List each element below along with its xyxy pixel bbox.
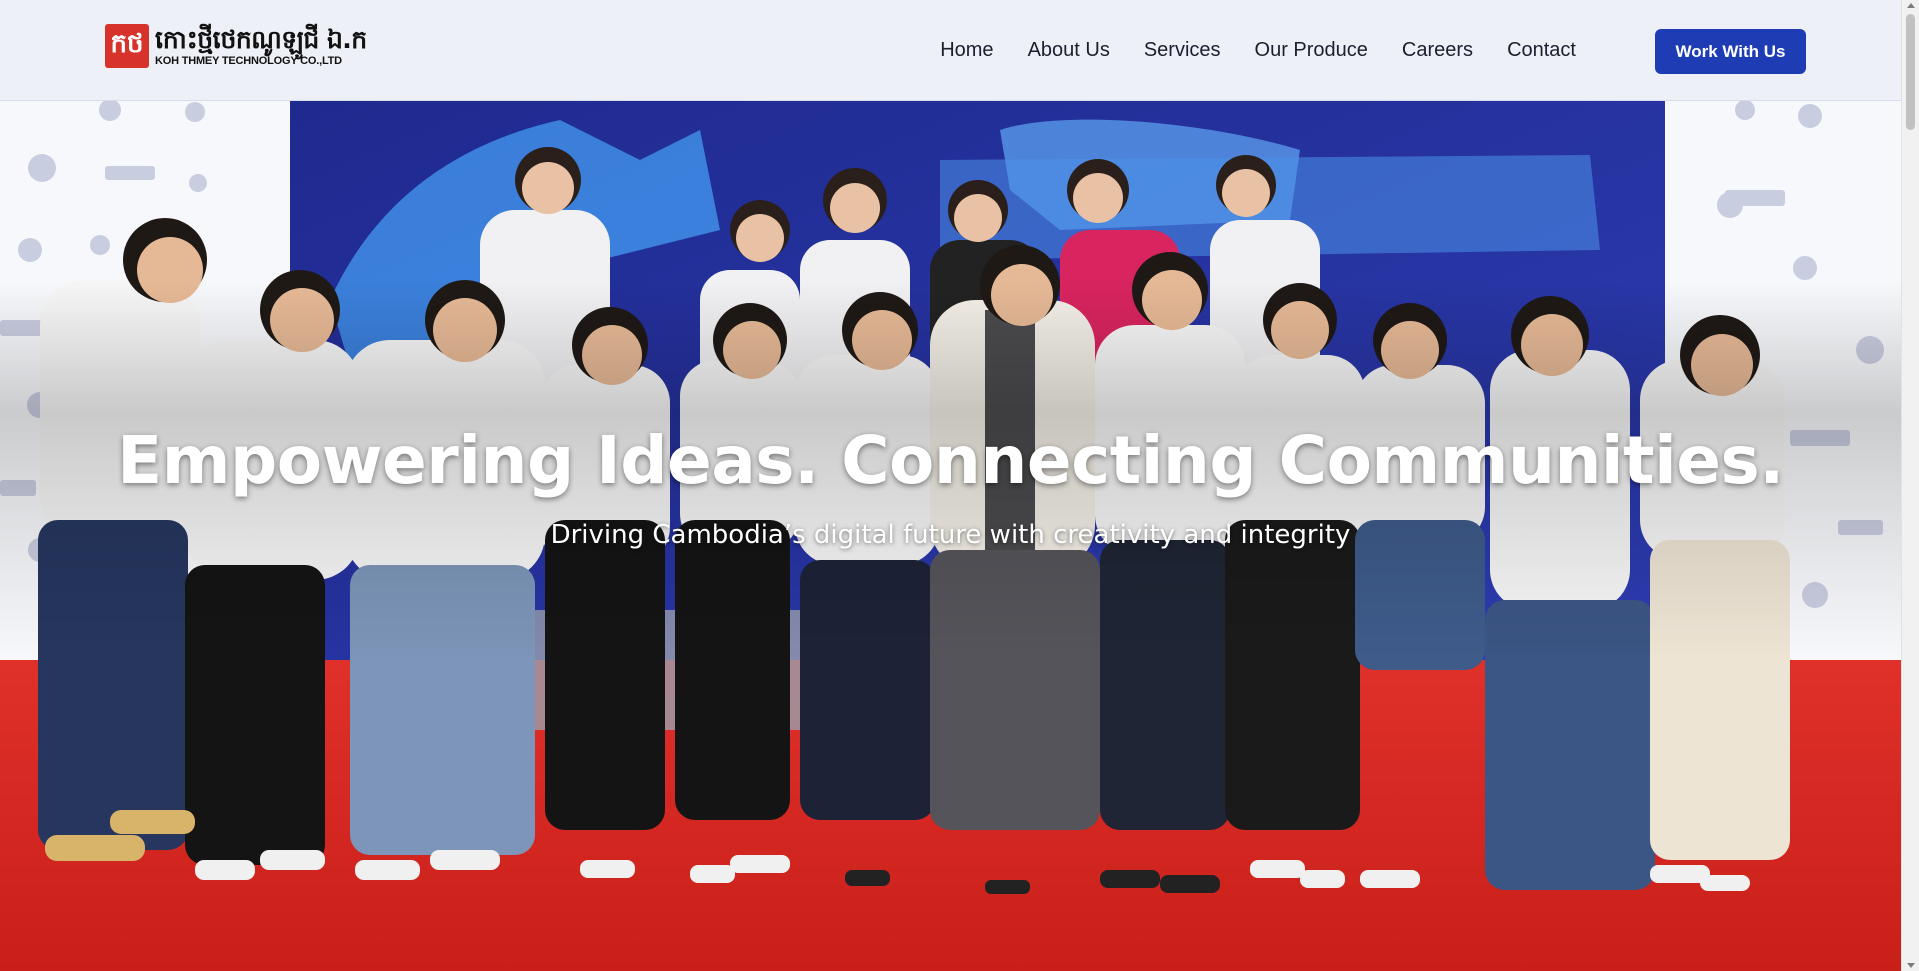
nav-our-produce[interactable]: Our Produce (1255, 39, 1368, 62)
brand-text: កោះថ្មីថេកណូឡូជី ឯ.ក KOH THMEY TECHNOLOG… (155, 24, 367, 67)
brand-english-name: KOH THMEY TECHNOLOGY CO.,LTD (155, 54, 342, 67)
main-nav: Home About Us Services Our Produce Caree… (906, 0, 1576, 100)
hero-title: Empowering Ideas. Connecting Communities… (117, 422, 1784, 499)
page-scrollbar[interactable] (1901, 0, 1919, 971)
scroll-down-icon[interactable] (1907, 963, 1915, 968)
nav-careers[interactable]: Careers (1402, 39, 1473, 62)
scroll-up-icon[interactable] (1907, 3, 1915, 8)
hero-subtitle: Driving Cambodia’s digital future with c… (550, 520, 1351, 550)
brand-logo[interactable]: កថ កោះថ្មីថេកណូឡូជី ឯ.ក KOH THMEY TECHNO… (105, 24, 367, 68)
nav-contact[interactable]: Contact (1507, 39, 1576, 62)
logo-mark-icon: កថ (105, 24, 149, 68)
site-header: កថ កោះថ្មីថេកណូឡូជី ឯ.ក KOH THMEY TECHNO… (0, 0, 1901, 101)
page: កថ កោះថ្មីថេកណូឡូជី ឯ.ក KOH THMEY TECHNO… (0, 0, 1919, 971)
work-with-us-button[interactable]: Work With Us (1655, 29, 1806, 74)
scroll-thumb[interactable] (1906, 14, 1915, 130)
nav-about-us[interactable]: About Us (1028, 39, 1110, 62)
nav-services[interactable]: Services (1144, 39, 1221, 62)
brand-khmer-name: កោះថ្មីថេកណូឡូជី ឯ.ក (155, 24, 367, 54)
nav-home[interactable]: Home (940, 39, 993, 62)
hero-section: Empowering Ideas. Connecting Communities… (0, 100, 1901, 971)
